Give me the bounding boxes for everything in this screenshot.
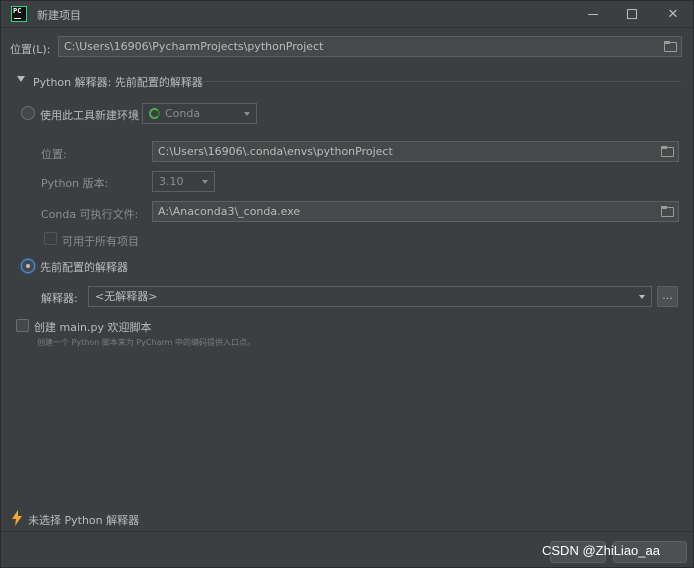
folder-icon[interactable]	[661, 206, 674, 217]
title-bar: PC 新建项目 ✕	[1, 1, 693, 28]
location-label: 位置(L):	[10, 43, 51, 56]
minimize-icon	[588, 14, 598, 15]
conda-icon	[149, 108, 160, 119]
chevron-down-icon	[244, 112, 250, 116]
env-tool-select[interactable]: Conda	[142, 103, 257, 124]
create-main-py-label[interactable]: 创建 main.py 欢迎脚本	[34, 319, 151, 335]
env-location-field[interactable]: C:\Users\16906\.conda\envs\pythonProject	[152, 141, 679, 162]
all-projects-label: 可用于所有项目	[62, 235, 139, 248]
python-version-select[interactable]: 3.10	[152, 171, 215, 192]
watermark: CSDN @ZhiLiao_aa	[542, 543, 660, 558]
new-env-radio-label[interactable]: 使用此工具新建环境	[40, 107, 139, 123]
window-title: 新建项目	[37, 9, 81, 22]
new-project-dialog: PC 新建项目 ✕ 位置(L): C:\Users\16906\PycharmP…	[0, 0, 694, 568]
all-projects-checkbox[interactable]	[44, 232, 57, 245]
new-env-radio[interactable]	[21, 106, 35, 120]
folder-icon[interactable]	[661, 146, 674, 157]
env-tool-value: Conda	[165, 107, 201, 120]
create-main-py-checkbox[interactable]	[16, 319, 29, 332]
maximize-button[interactable]	[612, 1, 652, 28]
conda-exec-label: Conda 可执行文件:	[41, 208, 139, 221]
conda-exec-field[interactable]: A:\Anaconda3\_conda.exe	[152, 201, 679, 222]
chevron-down-icon	[639, 295, 645, 299]
location-value: C:\Users\16906\PycharmProjects\pythonPro…	[64, 40, 324, 53]
existing-interpreter-label[interactable]: 先前配置的解释器	[40, 259, 128, 275]
collapse-chevron-icon[interactable]	[17, 76, 25, 82]
status-warning: 未选择 Python 解释器	[28, 514, 140, 527]
interpreter-section-title[interactable]: Python 解释器: 先前配置的解释器	[33, 74, 203, 90]
interpreter-select[interactable]: <无解释器>	[88, 286, 652, 307]
section-divider	[201, 81, 681, 82]
env-location-label: 位置:	[41, 148, 67, 161]
chevron-down-icon	[202, 180, 208, 184]
location-field[interactable]: C:\Users\16906\PycharmProjects\pythonPro…	[58, 36, 682, 57]
main-py-hint: 创建一个 Python 脚本来为 PyCharm 中的编码提供入口点。	[37, 338, 255, 347]
folder-icon[interactable]	[664, 41, 677, 52]
python-version-value: 3.10	[159, 175, 184, 188]
lightning-icon	[12, 510, 22, 526]
interpreter-value: <无解释器>	[95, 290, 158, 303]
footer-divider	[1, 531, 693, 532]
maximize-icon	[627, 9, 637, 19]
existing-interpreter-radio[interactable]	[21, 259, 35, 273]
close-button[interactable]: ✕	[653, 1, 693, 28]
browse-interpreter-button[interactable]: ...	[657, 286, 678, 307]
python-version-label: Python 版本:	[41, 177, 109, 190]
conda-exec-value: A:\Anaconda3\_conda.exe	[158, 205, 301, 218]
env-location-value: C:\Users\16906\.conda\envs\pythonProject	[158, 145, 393, 158]
close-icon: ✕	[667, 7, 679, 22]
interpreter-label: 解释器:	[41, 292, 78, 305]
minimize-button[interactable]	[573, 1, 613, 28]
pycharm-logo-icon: PC	[11, 6, 27, 22]
